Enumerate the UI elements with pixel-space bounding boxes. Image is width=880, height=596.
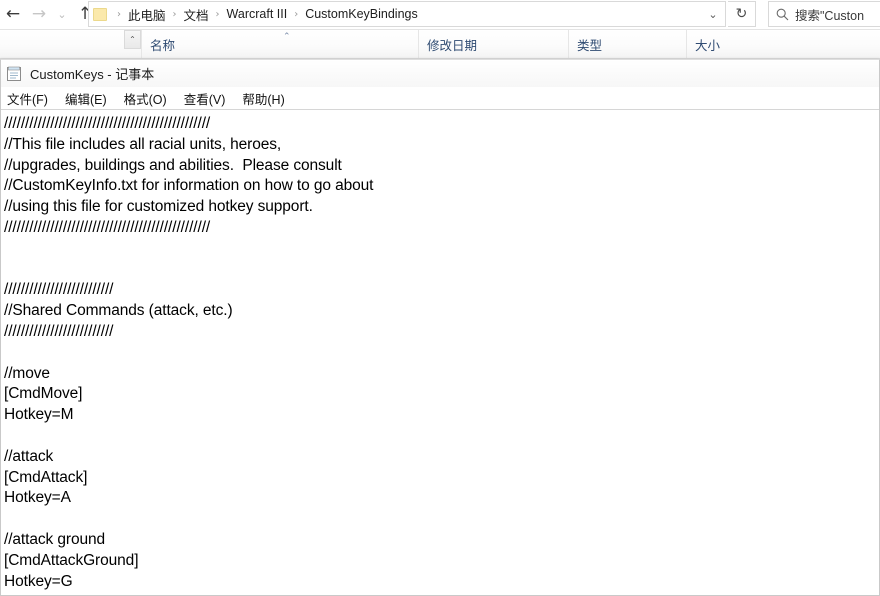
- text-line: [4, 260, 879, 281]
- column-header-name[interactable]: 名称: [141, 30, 418, 58]
- text-line: //attack: [4, 447, 54, 465]
- column-header-type[interactable]: 类型: [568, 30, 686, 58]
- text-line: [CmdMove]: [4, 385, 83, 403]
- recent-locations-button[interactable]: ⌄: [52, 2, 72, 28]
- breadcrumb-item-warcraft-iii[interactable]: Warcraft III: [226, 7, 289, 21]
- text-line: Hotkey=M: [4, 406, 74, 424]
- text-line: //CustomKeyInfo.txt for information on h…: [4, 177, 374, 195]
- breadcrumb-separator: ›: [215, 8, 220, 20]
- notepad-text-area[interactable]: ////////////////////////// //////////////…: [1, 111, 879, 595]
- text-line: ////////////////////////////////////////…: [4, 115, 211, 132]
- text-line: [4, 509, 879, 530]
- column-header-date-modified[interactable]: 修改日期: [418, 30, 568, 58]
- column-header-label: 修改日期: [427, 38, 478, 53]
- column-header-label: 名称: [150, 38, 176, 53]
- notepad-menubar: 文件(F) 编辑(E) 格式(O) 查看(V) 帮助(H): [1, 87, 879, 110]
- address-dropdown-button[interactable]: ⌄: [701, 2, 725, 26]
- menu-edit[interactable]: 编辑(E): [65, 89, 107, 108]
- text-line: [CmdAttackGround]: [4, 551, 139, 569]
- refresh-icon: ↻: [735, 6, 748, 22]
- column-header-label: 类型: [577, 38, 603, 53]
- search-icon: [769, 2, 795, 26]
- sort-ascending-icon: ⌃: [283, 32, 291, 42]
- notepad-icon: [6, 66, 23, 82]
- back-button[interactable]: ←: [0, 2, 26, 28]
- notepad-titlebar[interactable]: CustomKeys - 记事本: [1, 60, 879, 87]
- text-line: Hotkey=G: [4, 572, 73, 590]
- breadcrumb: › 此电脑 › 文档 › Warcraft III › CustomKeyBin…: [111, 5, 701, 24]
- chevron-down-icon: ⌄: [57, 8, 67, 21]
- breadcrumb-separator: ›: [294, 8, 299, 20]
- menu-format[interactable]: 格式(O): [124, 89, 167, 108]
- refresh-button[interactable]: ↻: [728, 1, 756, 27]
- arrow-left-icon: ←: [5, 4, 21, 24]
- breadcrumb-separator: ›: [117, 8, 121, 20]
- notepad-window: CustomKeys - 记事本 文件(F) 编辑(E) 格式(O) 查看(V)…: [0, 59, 880, 596]
- text-line: //upgrades, buildings and abilities. Ple…: [4, 156, 342, 174]
- column-header-label: 大小: [695, 38, 721, 53]
- breadcrumb-item-this-pc[interactable]: 此电脑: [127, 5, 167, 24]
- text-line: //Shared Commands (attack, etc.): [4, 302, 233, 320]
- column-header-size[interactable]: 大小: [686, 30, 766, 58]
- search-input[interactable]: 搜索"Custon: [795, 5, 864, 24]
- breadcrumb-item-customkeybindings[interactable]: CustomKeyBindings: [304, 7, 419, 21]
- text-line: [4, 343, 879, 364]
- text-line: //move: [4, 364, 50, 382]
- text-line: //using this file for customized hotkey …: [4, 198, 313, 216]
- menu-help[interactable]: 帮助(H): [242, 89, 284, 108]
- scroll-up-button[interactable]: ⌃: [124, 30, 141, 49]
- column-header-row: ⌃ 名称 ⌃ 修改日期 类型 大小: [0, 30, 880, 59]
- search-box[interactable]: 搜索"Custon: [768, 1, 880, 27]
- text-line: [4, 239, 879, 260]
- menu-file[interactable]: 文件(F): [7, 89, 48, 108]
- text-line: Hotkey=A: [4, 489, 71, 507]
- breadcrumb-item-documents[interactable]: 文档: [183, 5, 210, 24]
- breadcrumb-separator: ›: [172, 8, 177, 20]
- chevron-up-icon: ⌃: [129, 35, 136, 44]
- address-bar[interactable]: › 此电脑 › 文档 › Warcraft III › CustomKeyBin…: [88, 1, 726, 27]
- text-line: //////////////////////////: [4, 281, 114, 299]
- text-line: [CmdAttack]: [4, 468, 88, 486]
- forward-button[interactable]: →: [26, 2, 52, 28]
- text-line: //////////////////////////: [4, 322, 114, 340]
- text-line: ////////////////////////////////////////…: [4, 218, 211, 236]
- arrow-right-icon: →: [31, 4, 47, 24]
- text-line: //This file includes all racial units, h…: [4, 135, 282, 153]
- notepad-title: CustomKeys - 记事本: [30, 67, 155, 82]
- menu-view[interactable]: 查看(V): [184, 89, 226, 108]
- folder-icon: [89, 1, 111, 27]
- text-line: //attack ground: [4, 530, 106, 548]
- chevron-down-icon: ⌄: [708, 7, 718, 21]
- text-line: [4, 426, 879, 447]
